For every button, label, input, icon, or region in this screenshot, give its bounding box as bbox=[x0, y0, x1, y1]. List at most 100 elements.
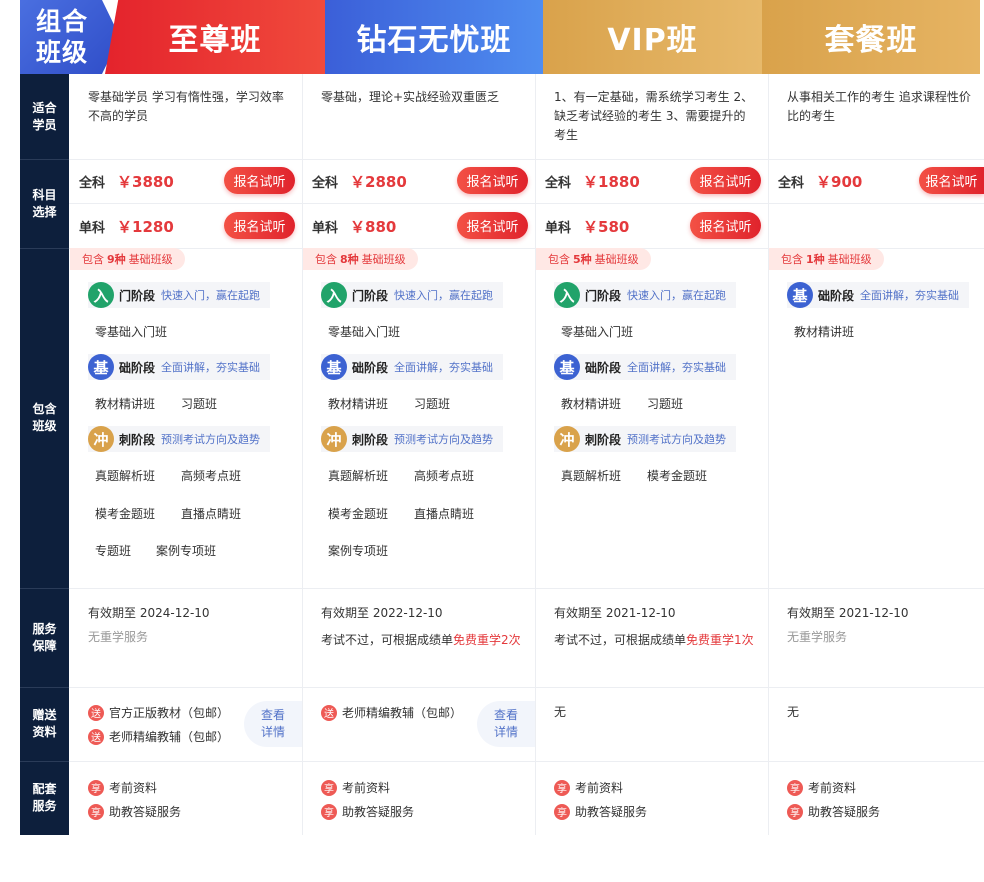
row-label-classes: 包含班级 bbox=[20, 248, 69, 588]
stage-name: 刺阶段 bbox=[585, 432, 622, 447]
course-item[interactable]: 模考金题班 bbox=[328, 505, 388, 522]
divider bbox=[69, 588, 984, 589]
course-item[interactable]: 案例专项班 bbox=[156, 542, 216, 559]
row-label-subject: 科目选择 bbox=[20, 159, 69, 248]
view-details-button[interactable]: 查看详情 bbox=[477, 701, 535, 747]
row-label-text: 适合学员 bbox=[32, 100, 57, 132]
retake-text: 考试不过，可根据成绩单 bbox=[321, 633, 454, 647]
gift-label: 老师精编教辅（包邮） bbox=[342, 706, 463, 720]
course-item[interactable]: 教材精讲班 bbox=[794, 323, 854, 340]
row-label-text: 赠送资料 bbox=[32, 708, 57, 739]
stage-intro: 入门阶段 快速入门，赢在起跑 bbox=[321, 282, 504, 308]
course-item[interactable]: 教材精讲班 bbox=[561, 395, 621, 412]
stage-desc: 全面讲解，夯实基础 bbox=[627, 361, 727, 374]
course-item[interactable]: 教材精讲班 bbox=[328, 395, 388, 412]
base-badge-icon: 基 bbox=[88, 354, 114, 380]
signup-button[interactable]: 报名试听 bbox=[457, 212, 528, 239]
price-single-supreme: 单科 ￥1280 bbox=[79, 215, 174, 237]
support-label: 助教答疑服务 bbox=[808, 805, 881, 819]
support-item: 享考前资料 bbox=[787, 779, 856, 796]
course-item[interactable]: 高频考点班 bbox=[414, 467, 474, 484]
course-item[interactable]: 习题班 bbox=[647, 395, 683, 412]
tag-suffix: 基础班级 bbox=[361, 253, 406, 266]
enjoy-icon: 享 bbox=[88, 779, 104, 796]
stage-intro: 入门阶段 快速入门，赢在起跑 bbox=[554, 282, 737, 308]
row-header-column: 适合学员 科目选择 包含班级 服务保障 赠送资料 配套服务 bbox=[20, 74, 69, 835]
signup-button[interactable]: 报名试听 bbox=[690, 212, 761, 239]
course-item[interactable]: 模考金题班 bbox=[95, 505, 155, 522]
base-badge-icon: 基 bbox=[787, 282, 813, 308]
gift-label: 老师精编教辅（包邮） bbox=[109, 730, 230, 744]
base-badge-icon: 基 bbox=[321, 354, 347, 380]
gift-label: 官方正版教材（包邮） bbox=[109, 706, 230, 720]
tag-suffix: 基础班级 bbox=[594, 253, 639, 266]
intro-badge-icon: 入 bbox=[321, 282, 347, 308]
tag-suffix: 基础班级 bbox=[827, 253, 872, 266]
validity-package: 有效期至 2021-12-10 bbox=[787, 604, 909, 623]
divider bbox=[535, 74, 536, 835]
support-label: 考前资料 bbox=[575, 781, 624, 795]
enjoy-icon: 享 bbox=[787, 779, 803, 796]
course-item[interactable]: 零基础入门班 bbox=[328, 323, 400, 340]
course-item[interactable]: 真题解析班 bbox=[95, 467, 155, 484]
price-label: 全科 bbox=[778, 175, 805, 191]
price-value: ￥3880 bbox=[117, 172, 174, 191]
enjoy-icon: 享 bbox=[554, 803, 570, 820]
stage-name: 门阶段 bbox=[119, 288, 156, 303]
signup-button[interactable]: 报名试听 bbox=[224, 167, 295, 194]
validity-diamond: 有效期至 2022-12-10 bbox=[321, 604, 443, 623]
validity-label: 有效期至 bbox=[321, 606, 373, 620]
course-item[interactable]: 案例专项班 bbox=[328, 542, 388, 559]
divider bbox=[69, 159, 984, 160]
service-note-package: 无重学服务 bbox=[787, 630, 848, 644]
service-note-vip: 考试不过，可根据成绩单免费重学1次 bbox=[554, 628, 754, 652]
signup-button[interactable]: 报名试听 bbox=[457, 167, 528, 194]
class-count-tag: 包含 5种 基础班级 bbox=[536, 248, 651, 270]
enjoy-icon: 享 bbox=[787, 803, 803, 820]
gift-icon: 送 bbox=[88, 704, 104, 721]
stage-base: 基础阶段 全面讲解，夯实基础 bbox=[787, 282, 970, 308]
price-label: 单科 bbox=[545, 220, 572, 236]
stage-desc: 快速入门，赢在起跑 bbox=[627, 289, 727, 302]
course-item[interactable]: 零基础入门班 bbox=[95, 323, 167, 340]
gift-none-package: 无 bbox=[787, 705, 800, 719]
sprint-badge-icon: 冲 bbox=[321, 426, 347, 452]
course-item[interactable]: 零基础入门班 bbox=[561, 323, 633, 340]
validity-label: 有效期至 bbox=[554, 606, 606, 620]
course-item[interactable]: 真题解析班 bbox=[328, 467, 388, 484]
plan-header-diamond: 钻石无忧班 bbox=[325, 0, 543, 74]
price-value: ￥580 bbox=[583, 217, 630, 236]
row-label-text: 包含班级 bbox=[32, 402, 57, 433]
view-details-label: 查看详情 bbox=[260, 708, 285, 739]
divider bbox=[768, 74, 769, 835]
stage-desc: 快速入门，赢在起跑 bbox=[161, 289, 261, 302]
validity-date: 2021-12-10 bbox=[838, 606, 909, 620]
tag-count: 1种 bbox=[806, 253, 825, 266]
suitable-text-vip: 1、有一定基础，需系统学习考生 2、缺乏考试经验的考生 3、需要提升的考生 bbox=[554, 90, 754, 142]
signup-button[interactable]: 报名试听 bbox=[690, 167, 761, 194]
course-item[interactable]: 直播点睛班 bbox=[181, 505, 241, 522]
price-label: 全科 bbox=[545, 175, 572, 191]
course-item[interactable]: 教材精讲班 bbox=[95, 395, 155, 412]
stage-desc: 全面讲解，夯实基础 bbox=[860, 289, 960, 302]
enjoy-icon: 享 bbox=[88, 803, 104, 820]
signup-button[interactable]: 报名试听 bbox=[224, 212, 295, 239]
course-item[interactable]: 直播点睛班 bbox=[414, 505, 474, 522]
service-note-supreme: 无重学服务 bbox=[88, 630, 149, 644]
gift-icon: 送 bbox=[321, 704, 337, 721]
course-item[interactable]: 高频考点班 bbox=[181, 467, 241, 484]
course-item[interactable]: 专题班 bbox=[95, 542, 131, 559]
support-label: 考前资料 bbox=[342, 781, 391, 795]
course-item[interactable]: 习题班 bbox=[414, 395, 450, 412]
divider bbox=[69, 761, 984, 762]
signup-button[interactable]: 报名试听 bbox=[919, 167, 984, 194]
price-label: 全科 bbox=[79, 175, 106, 191]
course-item[interactable]: 习题班 bbox=[181, 395, 217, 412]
course-item[interactable]: 真题解析班 bbox=[561, 467, 621, 484]
support-label: 助教答疑服务 bbox=[342, 805, 415, 819]
suitable-text-package: 从事相关工作的考生 追求课程性价比的考生 bbox=[787, 90, 971, 123]
stage-desc: 预测考试方向及趋势 bbox=[394, 433, 494, 446]
view-details-button[interactable]: 查看详情 bbox=[244, 701, 302, 747]
service-note-diamond: 考试不过，可根据成绩单免费重学2次 bbox=[321, 628, 521, 652]
course-item[interactable]: 模考金题班 bbox=[647, 467, 707, 484]
